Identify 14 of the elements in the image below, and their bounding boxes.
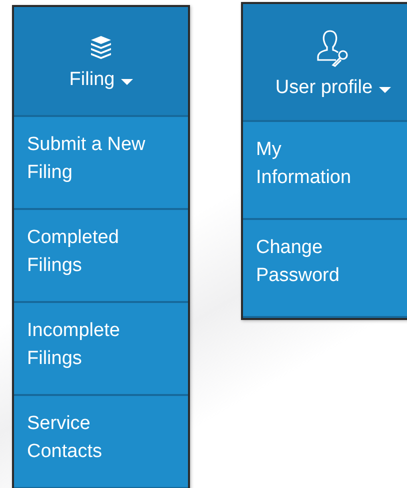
stack-icon <box>90 35 112 59</box>
menu-item[interactable]: Change Password <box>243 220 407 318</box>
menu-item[interactable]: Completed Filings <box>14 210 188 303</box>
menu-header[interactable]: User profile <box>243 4 407 122</box>
menu-item[interactable]: Service Contacts <box>14 396 188 488</box>
menu-title: User profile <box>275 77 373 99</box>
caret-icon <box>378 86 391 92</box>
user-key-icon <box>316 29 350 67</box>
menu-header[interactable]: Filing <box>14 7 188 117</box>
menu-title: Filing <box>69 69 115 91</box>
menu-item[interactable]: My Information <box>243 122 407 220</box>
menu-item[interactable]: Incomplete Filings <box>14 303 188 396</box>
caret-icon <box>120 78 133 84</box>
menu-item[interactable]: Submit a New Filing <box>14 117 188 210</box>
